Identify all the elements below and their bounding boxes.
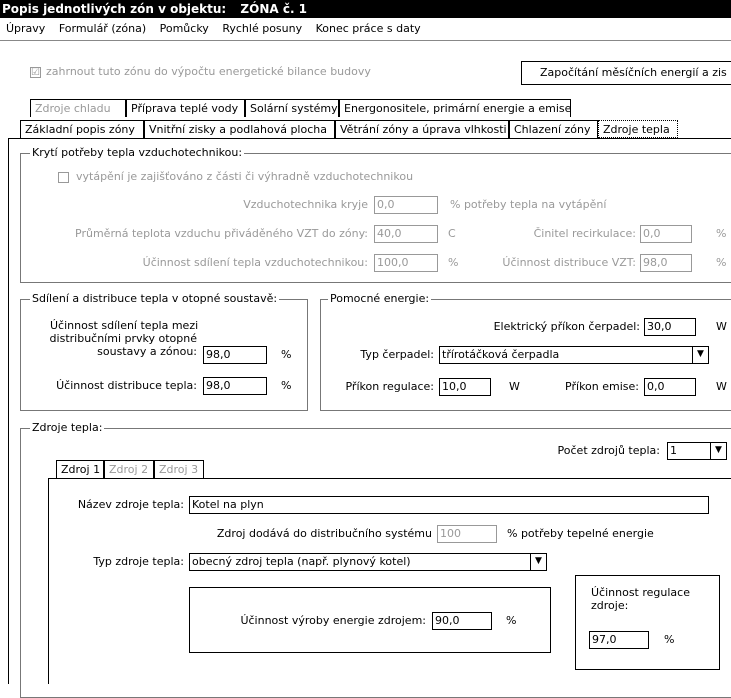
tab-zdroj-1[interactable]: Zdroj 1	[56, 460, 104, 478]
tab-zdroj-3[interactable]: Zdroj 3	[154, 460, 204, 478]
menu-pomucky[interactable]: Pomůcky	[160, 22, 209, 35]
reg-eff-unit: %	[664, 633, 675, 646]
hs-share-input[interactable]: 98,0	[203, 346, 267, 364]
hs-share-label-1: Účinnost sdílení tepla mezi	[50, 319, 199, 332]
hs-share-unit: %	[281, 348, 292, 361]
source-supply-unit: % potřeby tepelné energie	[507, 527, 654, 540]
include-zone-checkbox[interactable]: ☑	[30, 67, 41, 78]
tab-zdroj-2[interactable]: Zdroj 2	[104, 460, 154, 478]
source-type-label: Typ zdroje tepla:	[93, 555, 184, 568]
aux-reg-input[interactable]: 10,0	[439, 378, 491, 396]
vzt-share-unit: %	[448, 256, 459, 269]
vzt-share-input[interactable]: 100,0	[374, 254, 438, 272]
vzt-distrib-unit: %	[716, 256, 727, 269]
menu-divider	[0, 40, 731, 41]
window-title: Popis jednotlivých zón v objektu:	[2, 2, 227, 16]
source-panel-top	[48, 478, 731, 479]
tab-zdroje-tepla[interactable]: Zdroje tepla	[598, 120, 678, 138]
reg-eff-input[interactable]: 97,0	[589, 631, 649, 649]
source-name-input[interactable]: Kotel na plyn	[189, 496, 709, 514]
hs-share-label-3: soustavy a zónou:	[97, 345, 197, 358]
monthly-energy-button[interactable]: Započítání měsíčních energií a zis	[521, 61, 731, 85]
tab-zdroje-chladu[interactable]: Zdroje chladu	[30, 99, 126, 117]
tab-priprava-tuv[interactable]: Příprava teplé vody	[126, 99, 245, 117]
source-supply-input[interactable]: 100	[437, 525, 497, 543]
window-titlebar: Popis jednotlivých zón v objektu: ZÓNA č…	[0, 0, 731, 18]
hs-distrib-label: Účinnost distribuce tepla:	[56, 379, 197, 392]
vzt-share-label: Účinnost sdílení tepla vzduchotechnikou:	[142, 256, 368, 269]
vzt-temp-input[interactable]: 40,0	[374, 225, 438, 243]
sources-title: Zdroje tepla:	[30, 421, 105, 435]
aux-pump-power-input[interactable]: 30,0	[644, 318, 696, 336]
hs-share-label-2: distribučními prvky otopné	[49, 332, 197, 345]
reg-eff-label-1: Účinnost regulace	[591, 586, 690, 599]
vzt-covers-unit: % potřeby tepla na vytápění	[450, 198, 607, 211]
aux-pump-power-unit: W	[716, 320, 727, 333]
sources-count-select[interactable]: 1 ▼	[667, 442, 727, 460]
vzt-temp-unit: C	[448, 227, 456, 240]
chevron-down-icon[interactable]: ▼	[530, 554, 546, 570]
reg-eff-label-2: zdroje:	[591, 599, 629, 612]
include-zone-label: zahrnout tuto zónu do výpočtu energetick…	[46, 65, 371, 78]
source-type-select[interactable]: obecný zdroj tepla (např. plynový kotel)…	[189, 553, 547, 571]
aux-energy-title: Pomocné energie:	[328, 292, 432, 306]
aux-pump-type-label: Typ čerpadel:	[360, 348, 434, 361]
tab-zakladni-popis[interactable]: Základní popis zóny	[20, 120, 144, 138]
vzt-group-title: Krytí potřeby tepla vzduchotechnikou:	[30, 146, 245, 160]
menu-rychle-posuny[interactable]: Rychlé posuny	[222, 22, 302, 35]
vzt-recirc-input[interactable]: 0,0	[640, 225, 692, 243]
menu-bar: Úpravy Formulář (zóna) Pomůcky Rychlé po…	[0, 18, 731, 40]
tab-panel-top	[8, 138, 731, 139]
aux-reg-unit: W	[509, 380, 520, 393]
tab-vetrani-zony[interactable]: Větrání zóny a úprava vlhkosti	[335, 120, 509, 138]
menu-upravy[interactable]: Úpravy	[6, 22, 45, 35]
tab-energonositele[interactable]: Energonositele, primární energie a emise	[339, 99, 571, 117]
source-eff-input[interactable]: 90,0	[432, 612, 492, 630]
aux-emis-label: Příkon emise:	[565, 380, 639, 393]
hs-distrib-input[interactable]: 98,0	[203, 377, 267, 395]
source-type-value: obecný zdroj tepla (např. plynový kotel)	[192, 555, 411, 568]
vzt-distrib-label: Účinnost distribuce VZT:	[502, 256, 636, 269]
vzt-heating-label: vytápění je zajišťováno z části či výhra…	[76, 170, 414, 183]
aux-pump-type-select[interactable]: třírotáčková čerpadla ▼	[439, 346, 709, 364]
vzt-distrib-input[interactable]: 98,0	[640, 254, 692, 272]
vzt-covers-label: Vzduchotechnika kryje	[243, 198, 368, 211]
aux-emis-unit: W	[716, 380, 727, 393]
heating-system-title: Sdílení a distribuce tepla v otopné sous…	[30, 292, 280, 306]
aux-reg-label: Příkon regulace:	[345, 380, 434, 393]
source-name-label: Název zdroje tepla:	[77, 498, 184, 511]
zone-name: ZÓNA č. 1	[240, 2, 308, 16]
vzt-temp-label: Průměrná teplota vzduchu přiváděného VZT…	[75, 227, 368, 240]
source-eff-unit: %	[506, 614, 517, 627]
aux-emis-input[interactable]: 0,0	[644, 378, 696, 396]
menu-formular[interactable]: Formulář (zóna)	[59, 22, 146, 35]
vzt-recirc-unit: %	[716, 227, 727, 240]
vzt-heating-checkbox[interactable]	[58, 172, 69, 183]
menu-konec[interactable]: Konec práce s daty	[316, 22, 421, 35]
source-supply-label: Zdroj dodává do distribučního systému	[216, 527, 432, 540]
chevron-down-icon[interactable]: ▼	[710, 443, 726, 459]
vzt-recirc-label: Činitel recirkulace:	[533, 227, 636, 240]
tab-vnitrni-zisky[interactable]: Vnitřní zisky a podlahová plocha	[144, 120, 335, 138]
tab-chlazeni-zony[interactable]: Chlazení zóny	[509, 120, 598, 138]
tab-solarni-systemy[interactable]: Solární systémy	[245, 99, 339, 117]
chevron-down-icon[interactable]: ▼	[692, 347, 708, 363]
sources-count-value: 1	[670, 444, 677, 457]
tab-panel-left	[8, 138, 9, 684]
source-panel-left	[48, 478, 49, 684]
hs-distrib-unit: %	[281, 379, 292, 392]
aux-pump-power-label: Elektrický příkon čerpadel:	[493, 320, 640, 333]
source-eff-label: Účinnost výroby energie zdrojem:	[240, 614, 426, 627]
aux-pump-type-value: třírotáčková čerpadla	[442, 348, 560, 361]
sources-count-label: Počet zdrojů tepla:	[557, 444, 660, 457]
vzt-covers-input[interactable]: 0,0	[374, 196, 438, 214]
